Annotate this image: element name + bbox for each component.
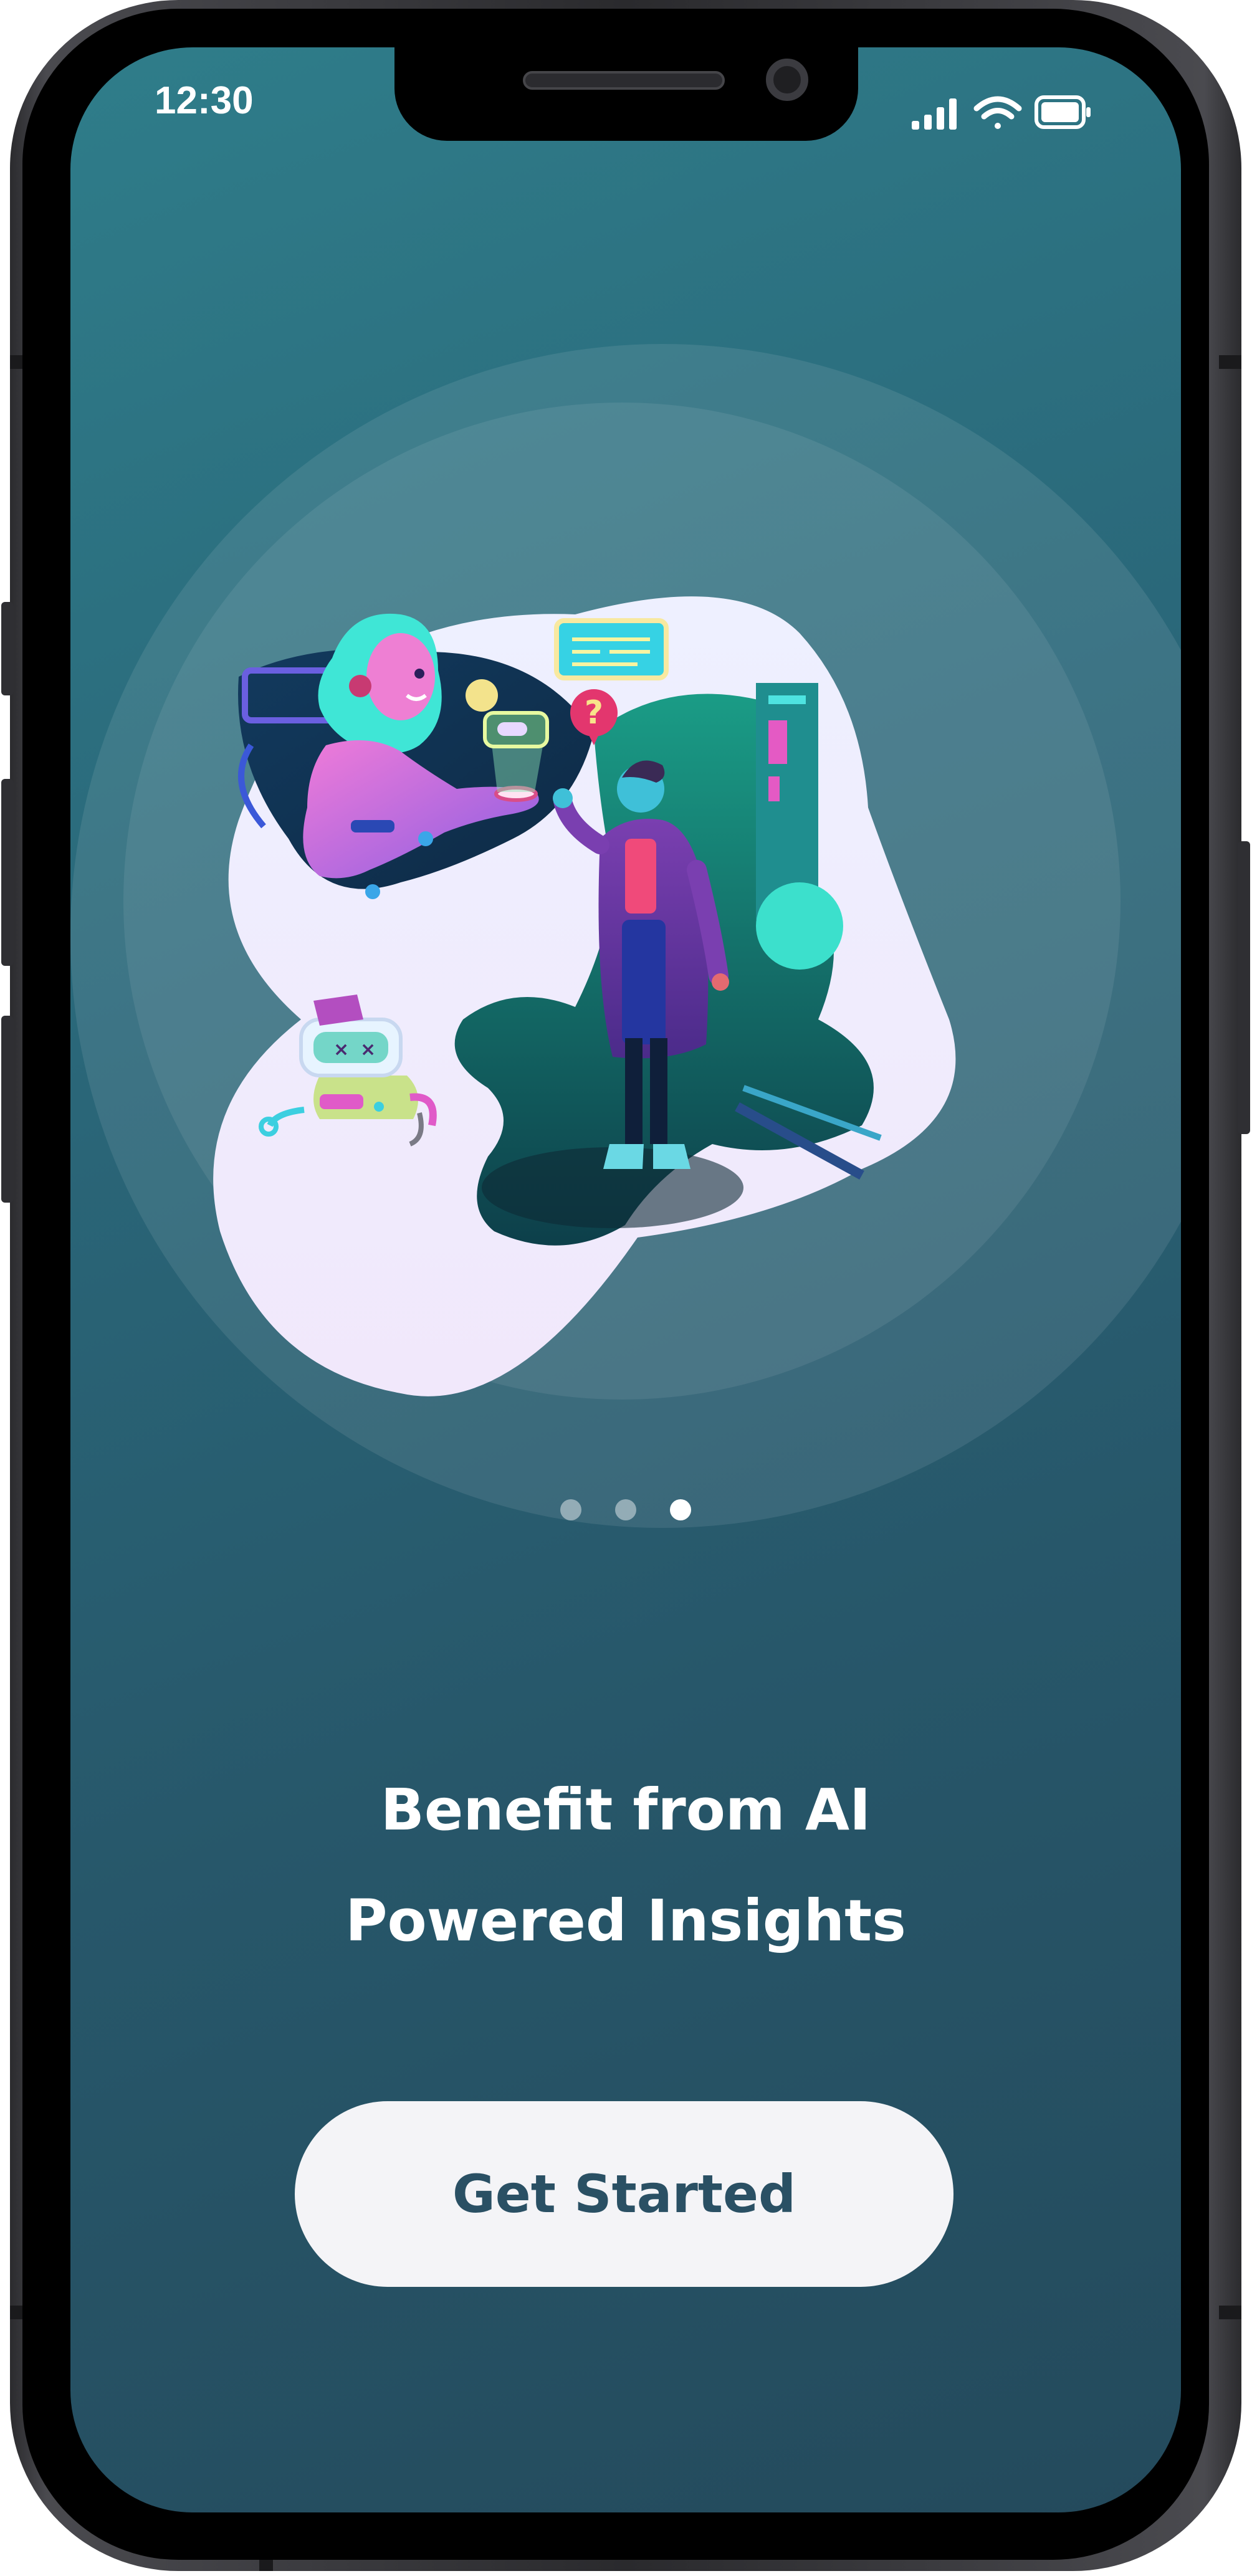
antenna-band xyxy=(1219,355,1241,369)
headline-line-2: Powered Insights xyxy=(345,1887,906,1954)
page-indicator-dot-active[interactable] xyxy=(670,1499,691,1520)
svg-text:×: × xyxy=(333,1039,349,1061)
headset-icon xyxy=(349,675,371,697)
man-legs xyxy=(625,1038,643,1144)
status-time: 12:30 xyxy=(155,79,254,122)
mute-switch xyxy=(1,602,14,695)
svg-text:?: ? xyxy=(585,694,603,732)
ai-assistant-illustration: ? × × xyxy=(213,596,956,1396)
power-button xyxy=(1238,841,1250,1134)
page-indicator xyxy=(70,1499,1181,1520)
small-orb xyxy=(466,679,498,712)
onboarding-screen: 12:30 ? × × Benefit from AI Powered Insi… xyxy=(70,47,1181,2512)
volume-up-button xyxy=(1,779,14,966)
svg-text:×: × xyxy=(360,1039,376,1061)
earpiece-speaker xyxy=(523,71,725,90)
signal-icon xyxy=(912,98,957,130)
assistant-face xyxy=(366,633,435,720)
wifi-icon xyxy=(973,96,1022,129)
page-indicator-dot[interactable] xyxy=(615,1499,636,1520)
front-camera xyxy=(766,59,808,101)
speech-bubble xyxy=(554,618,669,680)
antenna-band xyxy=(1219,2306,1241,2319)
onboarding-headline: Benefit from AI Powered Insights xyxy=(70,1755,1181,1977)
headline-line-1: Benefit from AI xyxy=(380,1777,871,1843)
get-started-button[interactable]: Get Started xyxy=(295,2101,953,2287)
battery-icon xyxy=(1035,95,1091,129)
notch xyxy=(394,47,858,141)
volume-down-button xyxy=(1,1016,14,1203)
status-icons xyxy=(912,95,1091,130)
page-indicator-dot[interactable] xyxy=(560,1499,581,1520)
